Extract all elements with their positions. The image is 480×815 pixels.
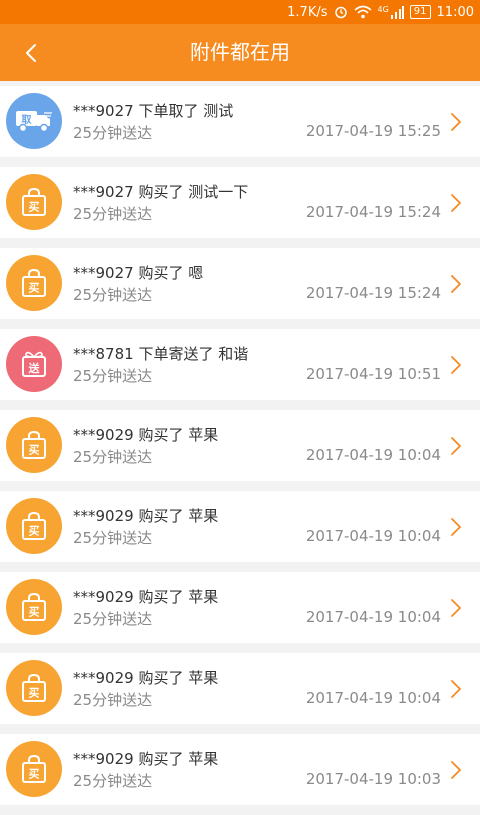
shopping-bag-icon: 买 (22, 511, 46, 540)
chevron-right-icon (451, 113, 461, 131)
order-type-badge: 买 (6, 255, 62, 311)
list-item[interactable]: 买 ***9027 购买了 测试一下 25分钟送达 2017-04-19 15:24 (0, 167, 480, 238)
chevron-right-icon (451, 599, 461, 617)
badge-text: 买 (29, 687, 40, 700)
badge-text: 送 (28, 361, 41, 375)
shopping-bag-icon: 买 (22, 268, 46, 297)
chevron-right-icon (451, 194, 461, 212)
item-timestamp: 2017-04-19 15:24 (305, 284, 441, 302)
order-type-badge: 买 (6, 498, 62, 554)
item-subtitle: 25分钟送达 (73, 124, 153, 142)
badge-text: 取 (22, 114, 33, 126)
shopping-bag-icon: 买 (22, 592, 46, 621)
badge-text: 买 (29, 606, 40, 619)
list-item[interactable]: 买 ***9029 购买了 苹果 25分钟送达 2017-04-19 10:04 (0, 491, 480, 562)
chevron-right-icon (451, 437, 461, 455)
item-title: ***9029 购买了 苹果 (73, 750, 219, 768)
battery-icon: 91 (409, 5, 431, 19)
gift-icon: 送 (22, 351, 46, 377)
network-speed: 1.7K/s (287, 4, 328, 20)
order-type-badge: 买 (6, 741, 62, 797)
item-timestamp: 2017-04-19 10:51 (305, 365, 441, 383)
battery-level: 91 (413, 6, 427, 17)
badge-text: 买 (29, 525, 40, 538)
item-title: ***9029 购买了 苹果 (73, 669, 219, 687)
alarm-icon (334, 5, 348, 19)
item-subtitle: 25分钟送达 (73, 772, 153, 790)
app-header: 附件都在用 (0, 24, 480, 81)
order-type-badge: 买 (6, 174, 62, 230)
shopping-bag-icon: 买 (22, 673, 46, 702)
chevron-right-icon (451, 356, 461, 374)
item-timestamp: 2017-04-19 10:04 (305, 446, 441, 464)
badge-text: 买 (29, 768, 40, 781)
order-type-badge: 取 (6, 93, 62, 149)
item-timestamp: 2017-04-19 10:04 (305, 527, 441, 545)
item-subtitle: 25分钟送达 (73, 367, 153, 385)
order-type-badge: 买 (6, 660, 62, 716)
chevron-right-icon (451, 275, 461, 293)
item-timestamp: 2017-04-19 10:04 (305, 608, 441, 626)
list-item[interactable]: 买 ***9029 购买了 苹果 25分钟送达 2017-04-19 10:03 (0, 734, 480, 805)
status-bar: 1.7K/s 4G 91 11:00 (0, 0, 480, 24)
item-title: ***9029 购买了 苹果 (73, 507, 219, 525)
chevron-right-icon (451, 680, 461, 698)
page-title: 附件都在用 (190, 40, 290, 64)
wifi-icon (353, 5, 372, 19)
item-subtitle: 25分钟送达 (73, 286, 153, 304)
item-title: ***9029 购买了 苹果 (73, 426, 219, 444)
item-timestamp: 2017-04-19 10:03 (305, 770, 441, 788)
item-subtitle: 25分钟送达 (73, 529, 153, 547)
item-timestamp: 2017-04-19 10:04 (305, 689, 441, 707)
item-subtitle: 25分钟送达 (73, 610, 153, 628)
item-title: ***9029 购买了 苹果 (73, 588, 219, 606)
item-subtitle: 25分钟送达 (73, 205, 153, 223)
item-title: ***9027 下单取了 测试 (73, 102, 234, 120)
shopping-bag-icon: 买 (22, 187, 46, 216)
list-item[interactable]: 取 ***9027 下单取了 测试 25分钟送达 2017-04-19 15:25 (0, 86, 480, 157)
shopping-bag-icon: 买 (22, 754, 46, 783)
list-item[interactable]: 买 ***9027 购买了 嗯 25分钟送达 2017-04-19 15:24 (0, 248, 480, 319)
list-item[interactable]: 送 ***8781 下单寄送了 和谐 25分钟送达 2017-04-19 10:51 (0, 329, 480, 400)
clock: 11:00 (436, 4, 474, 20)
order-type-badge: 买 (6, 579, 62, 635)
badge-text: 买 (29, 444, 40, 457)
cell-signal-icon: 4G (378, 5, 404, 19)
item-title: ***8781 下单寄送了 和谐 (73, 345, 249, 363)
item-subtitle: 25分钟送达 (73, 448, 153, 466)
list-item[interactable]: 买 ***9029 购买了 苹果 25分钟送达 2017-04-19 10:04 (0, 410, 480, 481)
order-type-badge: 买 (6, 417, 62, 473)
network-type: 4G (377, 5, 389, 14)
shopping-bag-icon: 买 (22, 430, 46, 459)
item-title: ***9027 购买了 测试一下 (73, 183, 249, 201)
order-list: 取 ***9027 下单取了 测试 25分钟送达 2017-04-19 15:25 买 *… (0, 86, 480, 815)
list-item[interactable]: 买 ***9029 购买了 苹果 25分钟送达 2017-04-19 10:04 (0, 572, 480, 643)
item-timestamp: 2017-04-19 15:24 (305, 203, 441, 221)
badge-text: 买 (29, 282, 40, 295)
item-timestamp: 2017-04-19 15:25 (305, 122, 441, 140)
order-type-badge: 送 (6, 336, 62, 392)
badge-text: 买 (29, 201, 40, 214)
item-subtitle: 25分钟送达 (73, 691, 153, 709)
truck-icon: 取 (16, 111, 52, 133)
list-item[interactable]: 买 ***9029 购买了 苹果 25分钟送达 2017-04-19 10:04 (0, 653, 480, 724)
chevron-right-icon (451, 761, 461, 779)
item-title: ***9027 购买了 嗯 (73, 264, 204, 282)
chevron-right-icon (451, 518, 461, 536)
